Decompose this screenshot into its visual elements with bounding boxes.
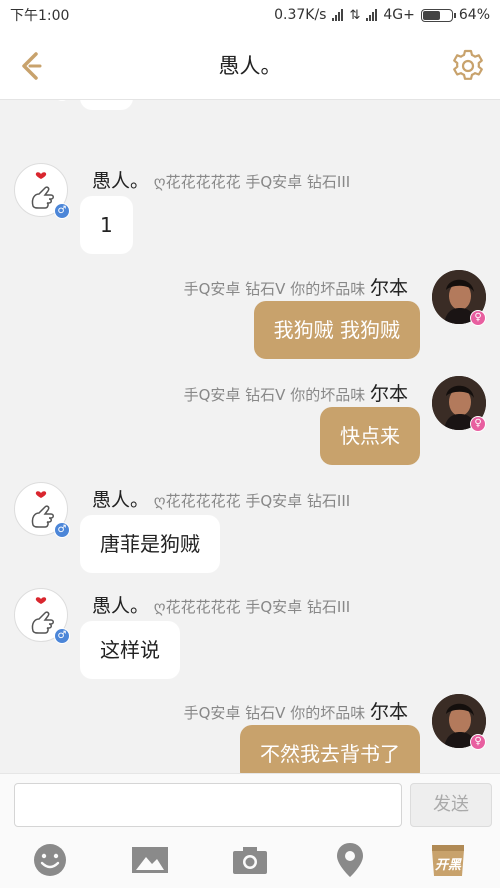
network-type: 4G+ <box>383 7 415 23</box>
back-chevron-icon[interactable] <box>14 48 50 84</box>
female-badge-icon: ♀ <box>470 734 486 750</box>
chat-area[interactable]: ♂ 2 ♂ 愚人。 ღ花花花花花 手Q安卓 钻石III 1 ♀ <box>0 100 500 773</box>
data-transfer-icon: ⇅ <box>349 7 361 23</box>
female-badge-icon: ♀ <box>470 310 486 326</box>
message-bubble[interactable]: 快点来 <box>320 407 420 465</box>
message-meta: 手Q安卓 钻石V 你的坏品味 尔本 <box>184 697 408 724</box>
message-bubble[interactable]: 不然我去背书了 <box>240 725 420 773</box>
sender-tags: 手Q安卓 钻石V 你的坏品味 <box>183 280 366 298</box>
sender-tags: ღ花花花花花 手Q安卓 钻石III <box>153 173 351 191</box>
image-icon[interactable] <box>130 840 170 880</box>
kaihei-label: 开黑 <box>434 858 461 873</box>
status-time: 下午1:00 <box>10 8 70 24</box>
emoji-icon[interactable] <box>30 840 70 880</box>
message-bubble[interactable]: 这样说 <box>80 621 180 679</box>
status-bar: 下午1:00 0.37K/s ⇅ 4G+ 64% <box>0 0 500 30</box>
message-meta: 手Q安卓 钻石V 你的坏品味 尔本 <box>184 273 408 300</box>
signal-icon-2 <box>366 9 378 21</box>
sender-name: 愚人。 <box>92 170 150 192</box>
input-bar: 发送 <box>0 773 500 834</box>
sender-tags: ღ花花花花花 手Q安卓 钻石III <box>153 492 351 510</box>
signal-icon <box>332 9 344 21</box>
message-meta: 手Q安卓 钻石V 你的坏品味 尔本 <box>184 379 408 406</box>
message-bubble[interactable]: 我狗贼 我狗贼 <box>253 301 420 359</box>
male-badge-icon: ♂ <box>54 522 70 538</box>
location-icon[interactable] <box>330 840 370 880</box>
message-bubble[interactable]: 唐菲是狗贼 <box>80 515 220 573</box>
net-speed: 0.37K/s <box>274 7 327 23</box>
kaihei-icon[interactable]: 开黑 <box>428 840 468 880</box>
message-input[interactable] <box>14 783 402 827</box>
sender-name: 尔本 <box>369 383 408 405</box>
sender-tags: 手Q安卓 钻石V 你的坏品味 <box>183 704 366 722</box>
male-badge-icon: ♂ <box>54 203 70 219</box>
male-badge-icon: ♂ <box>54 100 70 101</box>
message-bubble[interactable]: 2 <box>80 100 133 110</box>
sender-name: 愚人。 <box>92 489 150 511</box>
sender-name: 尔本 <box>369 701 408 723</box>
battery-percent: 64% <box>458 7 490 23</box>
male-badge-icon: ♂ <box>54 628 70 644</box>
page-title: 愚人。 <box>218 53 282 78</box>
chat-header: 愚人。 <box>0 30 500 100</box>
female-badge-icon: ♀ <box>470 416 486 432</box>
message-meta: 愚人。 ღ花花花花花 手Q安卓 钻石III <box>92 166 350 193</box>
bottom-toolbar: 开黑 <box>0 834 500 888</box>
sender-name: 愚人。 <box>92 595 150 617</box>
message-bubble[interactable]: 1 <box>80 196 133 254</box>
sender-tags: 手Q安卓 钻石V 你的坏品味 <box>183 386 366 404</box>
battery-icon <box>420 8 456 22</box>
message-meta: 愚人。 ღ花花花花花 手Q安卓 钻石III <box>92 485 350 512</box>
send-button[interactable]: 发送 <box>410 783 492 827</box>
status-right: 0.37K/s ⇅ 4G+ 64% <box>274 7 490 23</box>
sender-tags: ღ花花花花花 手Q安卓 钻石III <box>153 598 351 616</box>
camera-icon[interactable] <box>230 840 270 880</box>
gear-icon[interactable] <box>450 48 486 84</box>
message-meta: 愚人。 ღ花花花花花 手Q安卓 钻石III <box>92 591 350 618</box>
sender-name: 尔本 <box>369 277 408 299</box>
